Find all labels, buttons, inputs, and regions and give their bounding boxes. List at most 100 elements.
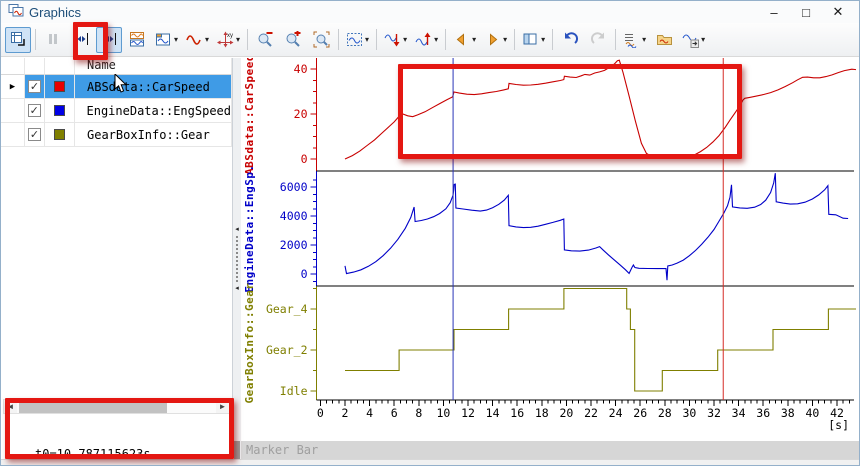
svg-text:20: 20 bbox=[559, 406, 573, 420]
svg-text:ABSdata::CarSpeed: ABSdata::CarSpeed bbox=[243, 58, 256, 175]
svg-text:2000: 2000 bbox=[280, 238, 308, 252]
signal-list-button[interactable]: ▾ bbox=[620, 27, 649, 53]
enginedata-engspeed-curve bbox=[344, 173, 849, 281]
legend-header-row: Name bbox=[1, 58, 232, 75]
legend-toggle-button[interactable] bbox=[5, 26, 31, 53]
next-marker-button[interactable]: ▾ bbox=[481, 27, 510, 53]
redo-icon bbox=[590, 31, 607, 48]
minimize-button[interactable]: – bbox=[767, 5, 781, 20]
collapse-arrow-icon[interactable]: ◂ bbox=[235, 285, 239, 292]
chevron-down-icon[interactable]: ▾ bbox=[365, 35, 369, 44]
toolbar-separator bbox=[445, 29, 447, 50]
chevron-down-icon[interactable]: ▾ bbox=[174, 35, 178, 44]
svg-text:12: 12 bbox=[461, 406, 475, 420]
visibility-checkbox[interactable]: ✓ bbox=[28, 80, 41, 93]
markers-icon bbox=[73, 31, 90, 48]
legend-icon bbox=[10, 31, 27, 48]
disp1-icon bbox=[129, 31, 146, 48]
scroll-left-arrow-icon[interactable]: ◄ bbox=[4, 402, 17, 411]
window-bottom-strip bbox=[1, 459, 859, 465]
scroll-right-arrow-icon[interactable]: ► bbox=[216, 402, 229, 411]
svg-text:40: 40 bbox=[805, 406, 819, 420]
pause-button[interactable] bbox=[40, 27, 66, 53]
scrollbar-track[interactable] bbox=[17, 400, 216, 413]
marker-bar-label: Marker Bar bbox=[246, 443, 319, 457]
window-title: Graphics bbox=[29, 4, 82, 20]
prev-icon bbox=[453, 31, 470, 48]
markers2-icon bbox=[101, 31, 118, 48]
chevron-down-icon[interactable]: ▾ bbox=[205, 35, 209, 44]
chevron-down-icon[interactable]: ▾ bbox=[236, 35, 240, 44]
splitter-grip[interactable] bbox=[236, 235, 238, 282]
toolbar: ▾ ▾ xy ▾ ▾ ▾ ▾ ▾ ▾ ▾ ▾ ▾ bbox=[1, 23, 859, 57]
chevron-down-icon[interactable]: ▾ bbox=[472, 35, 476, 44]
axis-config-button[interactable]: xy ▾ bbox=[214, 27, 243, 53]
svg-text:4: 4 bbox=[366, 406, 373, 420]
list-icon bbox=[623, 31, 640, 48]
display-mode-button[interactable]: ▾ bbox=[152, 27, 181, 53]
toolbar-separator bbox=[35, 29, 36, 50]
svg-text:2: 2 bbox=[342, 406, 349, 420]
chevron-down-icon[interactable]: ▾ bbox=[403, 35, 407, 44]
set-measurement-markers-button[interactable] bbox=[68, 27, 94, 53]
panel-layout-button[interactable]: ▾ bbox=[519, 27, 548, 53]
svg-text:8: 8 bbox=[415, 406, 422, 420]
toolbar-separator bbox=[514, 29, 516, 50]
zoom-fit-button[interactable]: ▾ bbox=[343, 27, 372, 53]
previous-marker-button[interactable]: ▾ bbox=[450, 27, 479, 53]
svg-text:Gear_2: Gear_2 bbox=[266, 343, 308, 357]
svg-text:0: 0 bbox=[301, 267, 308, 281]
display-stacked-button[interactable] bbox=[124, 27, 150, 53]
chevron-down-icon[interactable]: ▾ bbox=[503, 35, 507, 44]
undo-button[interactable] bbox=[557, 27, 583, 53]
svg-text:26: 26 bbox=[633, 406, 647, 420]
panel-splitter[interactable]: ◂ ◂ bbox=[233, 58, 241, 459]
redo-button[interactable] bbox=[585, 27, 611, 53]
svg-text:22: 22 bbox=[584, 406, 598, 420]
signal-options-button[interactable]: ▾ bbox=[679, 27, 708, 53]
chevron-down-icon[interactable]: ▾ bbox=[701, 35, 705, 44]
zoom-out-button[interactable] bbox=[252, 27, 278, 53]
maximize-button[interactable]: □ bbox=[799, 5, 813, 20]
svg-text:14: 14 bbox=[486, 406, 500, 420]
svg-text:28: 28 bbox=[658, 406, 672, 420]
signal-name: ABSdata::CarSpeed bbox=[75, 75, 232, 99]
svg-text:6000: 6000 bbox=[280, 180, 308, 194]
legend-row-1[interactable]: ✓ EngineData::EngSpeed bbox=[1, 99, 232, 123]
pause-icon bbox=[45, 31, 62, 48]
export-signals-button[interactable] bbox=[651, 27, 677, 53]
horizontal-scrollbar[interactable]: ◄ ► bbox=[3, 399, 230, 414]
current-row-arrow bbox=[1, 123, 25, 147]
scrollbar-thumb[interactable] bbox=[19, 400, 167, 413]
chevron-down-icon[interactable]: ▾ bbox=[434, 35, 438, 44]
visibility-checkbox[interactable]: ✓ bbox=[27, 104, 41, 117]
visibility-checkbox[interactable]: ✓ bbox=[28, 128, 41, 141]
graphics-app-icon bbox=[8, 2, 24, 23]
zoom-window-button[interactable] bbox=[308, 27, 334, 53]
legend-name-header: Name bbox=[75, 58, 232, 75]
zoomrect-icon bbox=[313, 31, 330, 48]
close-button[interactable]: ✕ bbox=[831, 4, 845, 20]
fit-between-markers-button[interactable] bbox=[96, 26, 122, 53]
svg-text:16: 16 bbox=[510, 406, 524, 420]
toolbar-separator bbox=[615, 29, 617, 50]
chevron-down-icon[interactable]: ▾ bbox=[642, 35, 646, 44]
graphics-window: Graphics – □ ✕ ▾ ▾ xy ▾ ▾ ▾ ▾ ▾ ▾ ▾ ▾ ▾ Name ▶ ✓ ABSd… bbox=[0, 0, 860, 466]
signal-style-button[interactable]: ▾ bbox=[183, 27, 212, 53]
current-row-arrow: ▶ bbox=[1, 75, 25, 99]
svg-text:36: 36 bbox=[756, 406, 770, 420]
chevron-down-icon[interactable]: ▾ bbox=[541, 35, 545, 44]
goto-minimum-button[interactable]: ▾ bbox=[381, 27, 410, 53]
options-icon bbox=[682, 31, 700, 48]
svg-text:24: 24 bbox=[609, 406, 623, 420]
signal-name: EngineData::EngSpeed bbox=[74, 99, 232, 123]
marker-bar[interactable]: Marker Bar bbox=[241, 441, 859, 459]
svg-text:6: 6 bbox=[391, 406, 398, 420]
goto-maximum-button[interactable]: ▾ bbox=[412, 27, 441, 53]
collapse-arrow-icon[interactable]: ◂ bbox=[235, 226, 239, 233]
zoom-in-button[interactable] bbox=[280, 27, 306, 53]
mouse-cursor bbox=[114, 72, 128, 99]
x-axis-unit: [s] bbox=[828, 418, 849, 432]
title-bar: Graphics – □ ✕ bbox=[1, 1, 859, 23]
legend-row-2[interactable]: ✓ GearBoxInfo::Gear bbox=[1, 123, 232, 147]
